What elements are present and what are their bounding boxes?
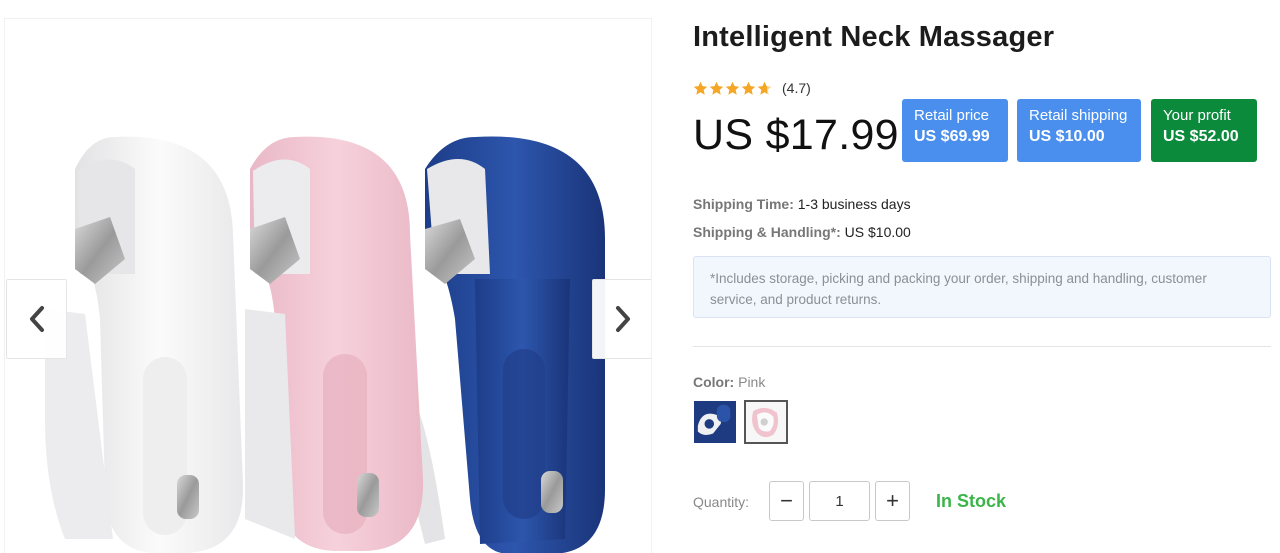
pink-massager-thumbnail: [746, 402, 786, 442]
shipping-time-label: Shipping Time:: [693, 196, 794, 212]
shipping-note: *Includes storage, picking and packing y…: [693, 256, 1271, 318]
retail-shipping-badge: Retail shipping US $10.00: [1017, 99, 1141, 162]
color-swatch-blue[interactable]: [693, 400, 737, 444]
retail-price-badge: Retail price US $69.99: [902, 99, 1008, 162]
shipping-time: Shipping Time: 1-3 business days: [693, 196, 911, 212]
blue-massager-thumbnail: [694, 401, 736, 443]
product-price: US $17.99: [693, 111, 899, 159]
retail-price-label: Retail price: [914, 107, 990, 124]
blue-massager: [400, 136, 605, 553]
color-label: Color:: [693, 374, 735, 390]
stock-status: In Stock: [936, 491, 1007, 511]
color-swatch-pink[interactable]: [744, 400, 788, 444]
profit-value: US $52.00: [1163, 128, 1239, 145]
product-image: [45, 136, 605, 553]
shipping-handling-label: Shipping & Handling*:: [693, 224, 841, 240]
color-selected-value: Pink: [738, 374, 766, 390]
gallery-next-button[interactable]: [592, 279, 651, 359]
star-icon: [709, 81, 724, 95]
product-rating: (4.7): [693, 80, 811, 96]
shipping-time-value: 1-3 business days: [797, 196, 911, 212]
retail-shipping-label: Retail shipping: [1029, 107, 1128, 124]
quantity-label: Quantity:: [693, 494, 750, 510]
product-title: Intelligent Neck Massager: [693, 21, 1055, 53]
profit-label: Your profit: [1163, 107, 1231, 124]
star-icon: [741, 81, 756, 95]
star-half-icon: [757, 81, 772, 95]
shipping-handling: Shipping & Handling*: US $10.00: [693, 224, 911, 240]
gallery-prev-button[interactable]: [6, 279, 67, 359]
chevron-right-icon: [615, 306, 630, 332]
quantity-input[interactable]: [809, 481, 870, 521]
star-icon: [693, 81, 708, 95]
profit-badge: Your profit US $52.00: [1151, 99, 1257, 162]
retail-shipping-value: US $10.00: [1029, 128, 1105, 145]
rating-stars: [693, 81, 772, 96]
divider: [693, 346, 1271, 347]
pink-massager: [245, 136, 424, 551]
star-icon: [725, 81, 740, 95]
quantity-increase-button[interactable]: +: [875, 481, 910, 521]
quantity-decrease-button[interactable]: −: [769, 481, 804, 521]
shipping-handling-value: US $10.00: [844, 224, 911, 240]
retail-price-value: US $69.99: [914, 128, 990, 145]
chevron-left-icon: [29, 306, 44, 332]
rating-value: (4.7): [782, 80, 811, 96]
white-massager: [45, 136, 244, 553]
color-selection: Color: Pink: [693, 374, 765, 390]
product-gallery: [4, 18, 652, 553]
